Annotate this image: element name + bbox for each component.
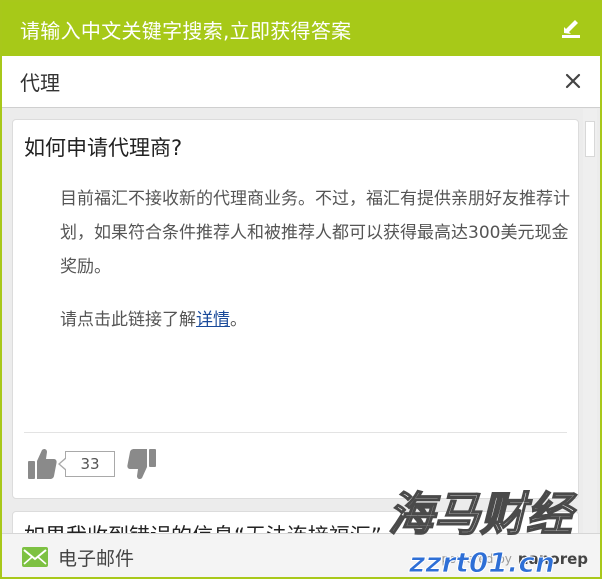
answer-link-suffix: 。: [230, 310, 247, 330]
card-divider: [24, 432, 567, 433]
answer-paragraph: 请点击此链接了解详情。: [60, 303, 570, 337]
answer-link-prefix: 请点击此链接了解: [60, 310, 196, 330]
powered-by: powered by nanorep: [442, 550, 588, 568]
vote-count: 33: [58, 451, 115, 477]
thumbs-up-icon[interactable]: [27, 447, 57, 481]
vote-row: 33: [27, 446, 157, 482]
result-answer: 目前福汇不接收新的代理商业务。不过，福汇有提供亲朋好友推荐计划，如果符合条件推荐…: [60, 182, 570, 337]
email-button[interactable]: 电子邮件: [22, 544, 134, 570]
result-question[interactable]: 如果我收到错误的信息“无法连接福汇”: [24, 520, 382, 533]
scrollbar-thumb[interactable]: [585, 121, 595, 157]
result-question[interactable]: 如何申请代理商?: [24, 132, 182, 162]
results-list[interactable]: 如何申请代理商? 目前福汇不接收新的代理商业务。不过，福汇有提供亲朋好友推荐计划…: [2, 109, 600, 533]
thumbs-down-icon[interactable]: [127, 447, 157, 481]
result-card: 如何申请代理商? 目前福汇不接收新的代理商业务。不过，福汇有提供亲朋好友推荐计划…: [12, 119, 579, 499]
results-scrollbar[interactable]: [583, 109, 597, 533]
faq-widget: 请输入中文关键字搜索,立即获得答案 如何申请代理商? 目前福汇不接收新的代理商业…: [0, 0, 602, 579]
answer-paragraph: 目前福汇不接收新的代理商业务。不过，福汇有提供亲朋好友推荐计划，如果符合条件推荐…: [60, 189, 570, 277]
search-bar: [2, 56, 600, 108]
result-card: 如果我收到错误的信息“无法连接福汇”: [12, 511, 579, 533]
close-icon[interactable]: [562, 70, 584, 92]
header-title: 请输入中文关键字搜索,立即获得答案: [20, 18, 352, 43]
widget-footer: 电子邮件 powered by nanorep: [2, 533, 600, 577]
powered-by-text: powered by: [441, 552, 512, 566]
email-label: 电子邮件: [58, 547, 135, 570]
widget-header: 请输入中文关键字搜索,立即获得答案: [2, 2, 600, 56]
search-input[interactable]: [2, 56, 542, 107]
minimize-icon[interactable]: [560, 18, 582, 40]
envelope-icon: [22, 547, 48, 567]
brand-logo[interactable]: nanorep: [518, 550, 588, 568]
details-link[interactable]: 详情: [196, 310, 230, 330]
